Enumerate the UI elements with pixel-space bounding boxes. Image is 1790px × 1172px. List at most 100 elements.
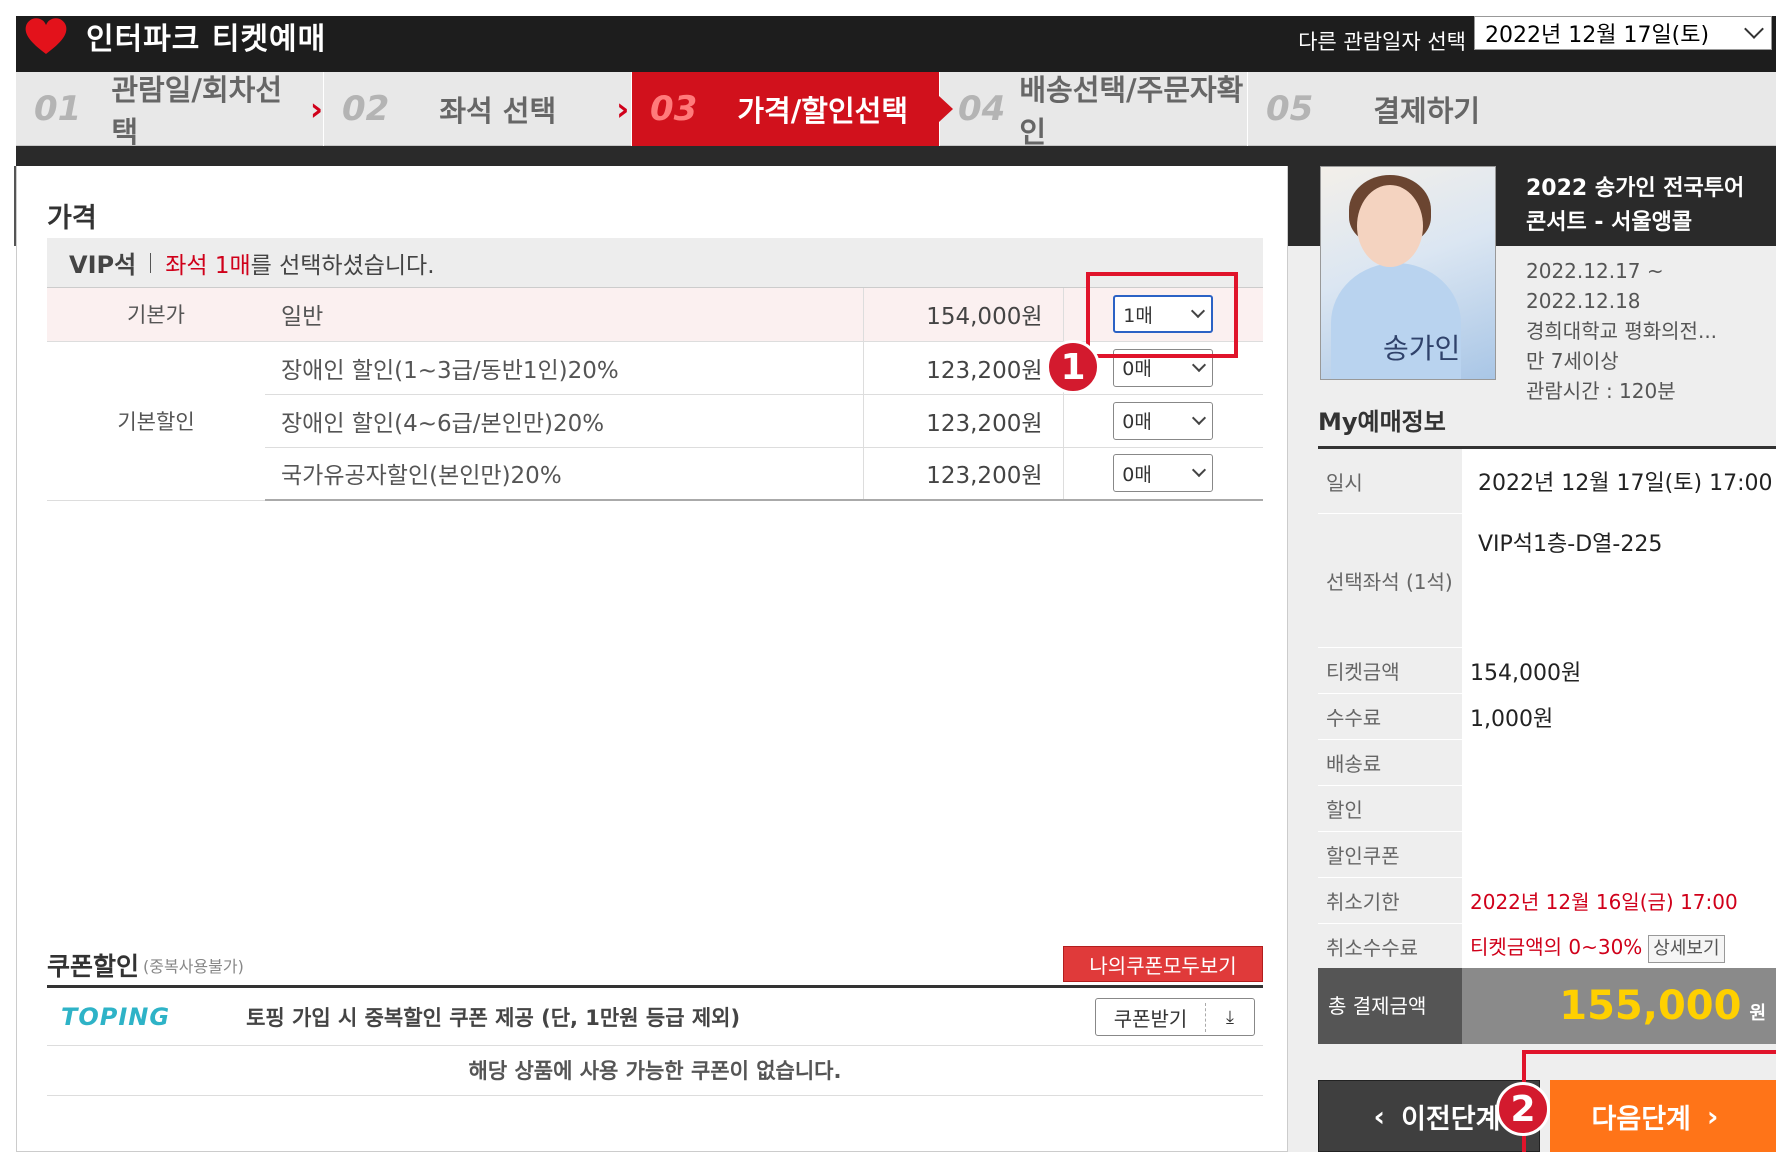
brand-logo[interactable]: 인터파크 티켓예매 (24, 16, 327, 57)
step-number: 05 (1266, 89, 1314, 129)
booking-value: 1,000원 (1462, 693, 1776, 740)
table-row: 할인 (1318, 785, 1776, 832)
performance-title: 2022 송가인 전국투어 콘서트 - 서울앵콜 (1526, 176, 1745, 235)
step-number: 01 (34, 89, 82, 129)
step-label: 관람일/회차선택 (111, 73, 283, 149)
view-my-coupons-button[interactable]: 나의쿠폰모두보기 (1063, 946, 1263, 982)
price-table: 기본가 일반 154,000원 1매 기본할인 장애인 할인(1~3급/동반1인… (47, 288, 1263, 501)
highlight-box (1086, 272, 1238, 358)
table-row: 취소수수료 티켓금액의 0~30% 상세보기 (1318, 923, 1776, 970)
step-label: 배송선택/주문자확인 (1019, 73, 1244, 149)
step-2[interactable]: 02 좌석 선택 › (324, 72, 632, 146)
booking-value: 154,000원 (1462, 647, 1776, 694)
poster-title: 송가인 (1383, 332, 1461, 365)
table-row: 수수료 1,000원 (1318, 693, 1776, 740)
performance-info: 2022.12.17 ~ 2022.12.18 경희대학교 평화의전... 만 … (1526, 256, 1762, 406)
step-label: 좌석 선택 (439, 94, 557, 128)
price-name: 일반 (265, 288, 864, 342)
heart-icon (25, 18, 67, 54)
step-badge-1: 1 (1046, 340, 1100, 394)
booking-summary-panel: 송가인 2022 송가인 전국투어 콘서트 - 서울앵콜 2022.12.17 … (1288, 146, 1776, 1152)
booking-key: 티켓금액 (1318, 647, 1462, 694)
divider (150, 252, 152, 273)
total-amount-value: 155,000 (1559, 983, 1742, 1029)
chevron-down-icon (1744, 19, 1764, 39)
table-row: 할인쿠폰 (1318, 831, 1776, 878)
seat-summary-bar: VIP석 좌석 1매 를 선택하셨습니다. (47, 238, 1263, 288)
my-booking-table: 일시 2022년 12월 17일(토) 17:00 선택좌석 (1석) VIP석… (1318, 446, 1776, 970)
get-coupon-label: 쿠폰받기 (1096, 1002, 1206, 1032)
table-row: 티켓금액 154,000원 (1318, 647, 1776, 694)
quantity-select[interactable]: 0매 (1113, 401, 1214, 440)
table-row: 일시 2022년 12월 17일(토) 17:00 (1318, 447, 1776, 514)
performance-poster[interactable]: 송가인 (1320, 166, 1496, 380)
total-amount-bar: 총 결제금액 155,000 원 (1318, 968, 1776, 1044)
brand-name: 인터파크 티켓예매 (86, 22, 327, 57)
booking-key: 할인쿠폰 (1318, 831, 1462, 878)
price-amount: 154,000원 (863, 288, 1064, 342)
quantity-select[interactable]: 0매 (1113, 454, 1214, 493)
price-category: 기본가 (47, 288, 265, 342)
chevron-down-icon (1192, 357, 1207, 372)
performance-runtime: 관람시간 : 120분 (1526, 379, 1676, 403)
booking-value: VIP석1층-D열-225 (1462, 513, 1776, 648)
total-amount-unit: 원 (1749, 1003, 1766, 1024)
highlight-box (1522, 1050, 1776, 1152)
detail-button[interactable]: 상세보기 (1648, 934, 1725, 963)
quantity-value: 0매 (1122, 411, 1152, 433)
booking-key: 수수료 (1318, 693, 1462, 740)
performance-age: 만 7세이상 (1526, 349, 1619, 373)
total-label: 총 결제금액 (1318, 968, 1462, 1044)
table-row: 배송료 (1318, 739, 1776, 786)
seat-grade: VIP석 (69, 251, 137, 279)
toping-logo: TOPING (61, 1002, 171, 1031)
qty-cell: 0매 (1063, 447, 1263, 501)
table-row: 취소기한 2022년 12월 16일(금) 17:00 (1318, 877, 1776, 924)
chevron-right-icon: › (616, 90, 630, 128)
step-4[interactable]: 04 배송선택/주문자확인 (940, 72, 1248, 149)
coupon-header: 쿠폰할인 (중복사용불가) 나의쿠폰모두보기 (47, 944, 1263, 988)
booking-key: 일시 (1318, 447, 1462, 514)
cancel-fee-value: 티켓금액의 0~30% (1470, 934, 1643, 959)
download-icon: ⤓ (1226, 1006, 1234, 1028)
price-name: 국가유공자할인(본인만)20% (265, 447, 864, 501)
step-3[interactable]: 03 가격/할인선택 (632, 72, 953, 146)
chevron-down-icon (1192, 463, 1207, 478)
step-navigation: 01 관람일/회차선택 › 02 좌석 선택 › 03 가격/할인선택 04 배… (16, 72, 1776, 149)
step-1[interactable]: 01 관람일/회차선택 › (16, 72, 324, 149)
booking-key: 할인 (1318, 785, 1462, 832)
price-name: 장애인 할인(1~3급/동반1인)20% (265, 341, 864, 395)
get-coupon-button[interactable]: 쿠폰받기 ⤓ (1095, 998, 1255, 1036)
booking-value (1462, 739, 1776, 786)
price-amount: 123,200원 (863, 394, 1064, 448)
step-label: 가격/할인선택 (737, 94, 909, 128)
date-select-value: 2022년 12월 17일(토) (1485, 23, 1710, 48)
quantity-value: 0매 (1122, 358, 1152, 380)
booking-value (1462, 785, 1776, 832)
booking-value: 2022년 12월 16일(금) 17:00 (1462, 877, 1776, 924)
date-select[interactable]: 2022년 12월 17일(토) (1474, 16, 1772, 50)
performance-venue: 경희대학교 평화의전... (1526, 319, 1718, 343)
top-bar: 인터파크 티켓예매 다른 관람일자 선택 2022년 12월 17일(토) (16, 16, 1776, 72)
booking-value: 티켓금액의 0~30% 상세보기 (1462, 923, 1776, 970)
chevron-right-icon: › (309, 90, 323, 128)
booking-value (1462, 831, 1776, 878)
chevron-left-icon: ‹ (1373, 1099, 1386, 1133)
step-badge-2: 2 (1496, 1082, 1550, 1136)
price-amount: 123,200원 (863, 341, 1064, 395)
empty-coupon-message: 해당 상품에 사용 가능한 쿠폰이 없습니다. (47, 1046, 1263, 1096)
step-number: 03 (650, 89, 698, 129)
booking-key: 취소수수료 (1318, 923, 1462, 970)
step-number: 02 (342, 89, 390, 129)
price-name: 장애인 할인(4~6급/본인만)20% (265, 394, 864, 448)
coupon-title: 쿠폰할인 (47, 951, 140, 981)
qty-cell: 0매 (1063, 394, 1263, 448)
coupon-subtitle: (중복사용불가) (143, 956, 244, 976)
step-5[interactable]: 05 결제하기 (1248, 72, 1776, 146)
price-amount: 123,200원 (863, 447, 1064, 501)
total-amount: 155,000 원 (1462, 983, 1776, 1029)
booking-key: 선택좌석 (1석) (1318, 513, 1462, 648)
my-booking-title: My예매정보 (1318, 408, 1446, 436)
quantity-value: 0매 (1122, 463, 1152, 486)
seat-count-suffix: 를 선택하셨습니다. (250, 252, 435, 279)
